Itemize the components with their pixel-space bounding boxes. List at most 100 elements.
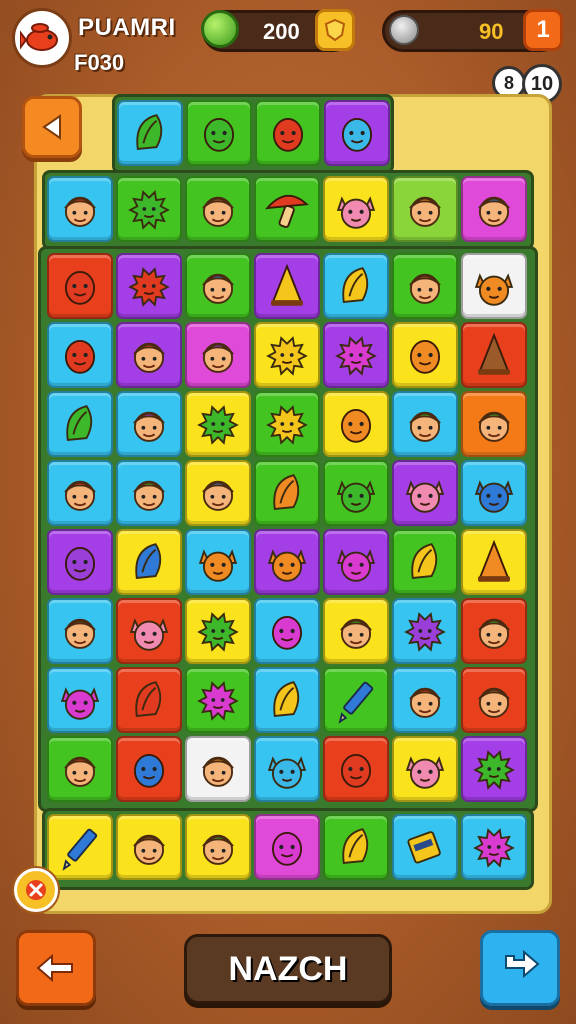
tile-second-0[interactable] bbox=[47, 176, 113, 242]
previous-button[interactable] bbox=[16, 930, 96, 1006]
tile-row5-0[interactable] bbox=[47, 598, 113, 664]
tile-row1-2[interactable] bbox=[185, 322, 251, 388]
tile-row3-5[interactable] bbox=[392, 460, 458, 526]
pink-ear-cat-icon bbox=[336, 196, 376, 229]
tile-row5-2[interactable] bbox=[185, 598, 251, 664]
tile-row7-4[interactable] bbox=[323, 736, 389, 802]
cancel-button[interactable] bbox=[14, 868, 58, 912]
tile-row3-3[interactable] bbox=[254, 460, 320, 526]
tile-row1-5[interactable] bbox=[392, 322, 458, 388]
tile-row2-3[interactable] bbox=[254, 391, 320, 457]
tile-top-2[interactable] bbox=[255, 100, 321, 166]
arrow-left-icon bbox=[36, 953, 73, 983]
tile-row4-6[interactable] bbox=[461, 529, 527, 595]
red-mushroom-icon bbox=[265, 194, 309, 228]
tile-row1-6[interactable] bbox=[461, 322, 527, 388]
gem-counter: 200 bbox=[201, 9, 355, 52]
tile-top-0[interactable] bbox=[117, 100, 183, 166]
tile-row7-6[interactable] bbox=[461, 736, 527, 802]
tile-row4-3[interactable] bbox=[254, 529, 320, 595]
tile-row7-3[interactable] bbox=[254, 736, 320, 802]
dark-hair-kid-icon bbox=[64, 618, 96, 649]
lives-count[interactable]: 1 bbox=[523, 9, 563, 51]
tile-bottom-5[interactable] bbox=[392, 814, 458, 880]
tile-row6-1[interactable] bbox=[116, 667, 182, 733]
tile-row3-6[interactable] bbox=[461, 460, 527, 526]
tile-second-2[interactable] bbox=[185, 176, 251, 242]
tile-top-1[interactable] bbox=[186, 100, 252, 166]
tile-row0-2[interactable] bbox=[185, 253, 251, 319]
back-button[interactable] bbox=[22, 96, 82, 158]
tile-row2-1[interactable] bbox=[116, 391, 182, 457]
tile-row3-0[interactable] bbox=[47, 460, 113, 526]
shield-badge-icon[interactable] bbox=[315, 9, 355, 51]
yellow-shell-icon bbox=[273, 681, 300, 717]
tile-top-3[interactable] bbox=[324, 100, 390, 166]
tile-row4-0[interactable] bbox=[47, 529, 113, 595]
tile-row5-6[interactable] bbox=[461, 598, 527, 664]
tile-row3-2[interactable] bbox=[185, 460, 251, 526]
blue-cap-kid-icon bbox=[202, 480, 234, 511]
tile-row2-5[interactable] bbox=[392, 391, 458, 457]
tile-row6-4[interactable] bbox=[323, 667, 389, 733]
tile-row3-1[interactable] bbox=[116, 460, 182, 526]
red-bird-face-icon bbox=[272, 117, 304, 152]
level-subtitle: F030 bbox=[74, 50, 125, 75]
main-action-button[interactable]: NAZCH bbox=[184, 934, 392, 1004]
tile-row2-0[interactable] bbox=[47, 391, 113, 457]
tile-row0-6[interactable] bbox=[461, 253, 527, 319]
next-button[interactable] bbox=[480, 930, 560, 1006]
tile-row2-6[interactable] bbox=[461, 391, 527, 457]
tile-row1-1[interactable] bbox=[116, 322, 182, 388]
tile-row2-4[interactable] bbox=[323, 391, 389, 457]
tile-second-3[interactable] bbox=[254, 176, 320, 242]
tile-row5-4[interactable] bbox=[323, 598, 389, 664]
tile-row0-3[interactable] bbox=[254, 253, 320, 319]
silver-coin-icon bbox=[389, 15, 419, 45]
tile-row5-5[interactable] bbox=[392, 598, 458, 664]
tile-row6-5[interactable] bbox=[392, 667, 458, 733]
tile-bottom-0[interactable] bbox=[47, 814, 113, 880]
tile-row7-2[interactable] bbox=[185, 736, 251, 802]
tile-row6-2[interactable] bbox=[185, 667, 251, 733]
tile-row7-1[interactable] bbox=[116, 736, 182, 802]
yellow-leaf-face-icon bbox=[411, 543, 438, 579]
pink-cat-face-icon bbox=[405, 480, 445, 513]
green-crown-kid-icon bbox=[133, 480, 165, 511]
tile-row0-1[interactable] bbox=[116, 253, 182, 319]
green-spiky-face-icon bbox=[197, 405, 239, 445]
tile-row4-5[interactable] bbox=[392, 529, 458, 595]
yellow-flame-icon bbox=[271, 263, 303, 306]
tile-second-1[interactable] bbox=[116, 176, 182, 242]
tile-second-5[interactable] bbox=[392, 176, 458, 242]
tile-row4-2[interactable] bbox=[185, 529, 251, 595]
tile-bottom-3[interactable] bbox=[254, 814, 320, 880]
tile-row6-3[interactable] bbox=[254, 667, 320, 733]
tile-row6-0[interactable] bbox=[47, 667, 113, 733]
tile-bottom-2[interactable] bbox=[185, 814, 251, 880]
tile-row5-3[interactable] bbox=[254, 598, 320, 664]
tile-bottom-1[interactable] bbox=[116, 814, 182, 880]
yellow-sun-face-icon bbox=[266, 405, 308, 445]
tile-row4-4[interactable] bbox=[323, 529, 389, 595]
tile-row0-0[interactable] bbox=[47, 253, 113, 319]
tile-row6-6[interactable] bbox=[461, 667, 527, 733]
tile-row5-1[interactable] bbox=[116, 598, 182, 664]
tile-row0-4[interactable] bbox=[323, 253, 389, 319]
yellow-battery-icon bbox=[407, 831, 441, 864]
orange-bun-kid-icon bbox=[409, 196, 441, 227]
tile-row1-3[interactable] bbox=[254, 322, 320, 388]
tile-second-6[interactable] bbox=[461, 176, 527, 242]
tile-second-4[interactable] bbox=[323, 176, 389, 242]
tile-bottom-6[interactable] bbox=[461, 814, 527, 880]
tile-row1-0[interactable] bbox=[47, 322, 113, 388]
green-eared-face-icon bbox=[336, 480, 376, 513]
tile-row7-0[interactable] bbox=[47, 736, 113, 802]
tile-row3-4[interactable] bbox=[323, 460, 389, 526]
tile-row2-2[interactable] bbox=[185, 391, 251, 457]
tile-bottom-4[interactable] bbox=[323, 814, 389, 880]
tile-row7-5[interactable] bbox=[392, 736, 458, 802]
tile-row0-5[interactable] bbox=[392, 253, 458, 319]
tile-row1-4[interactable] bbox=[323, 322, 389, 388]
tile-row4-1[interactable] bbox=[116, 529, 182, 595]
